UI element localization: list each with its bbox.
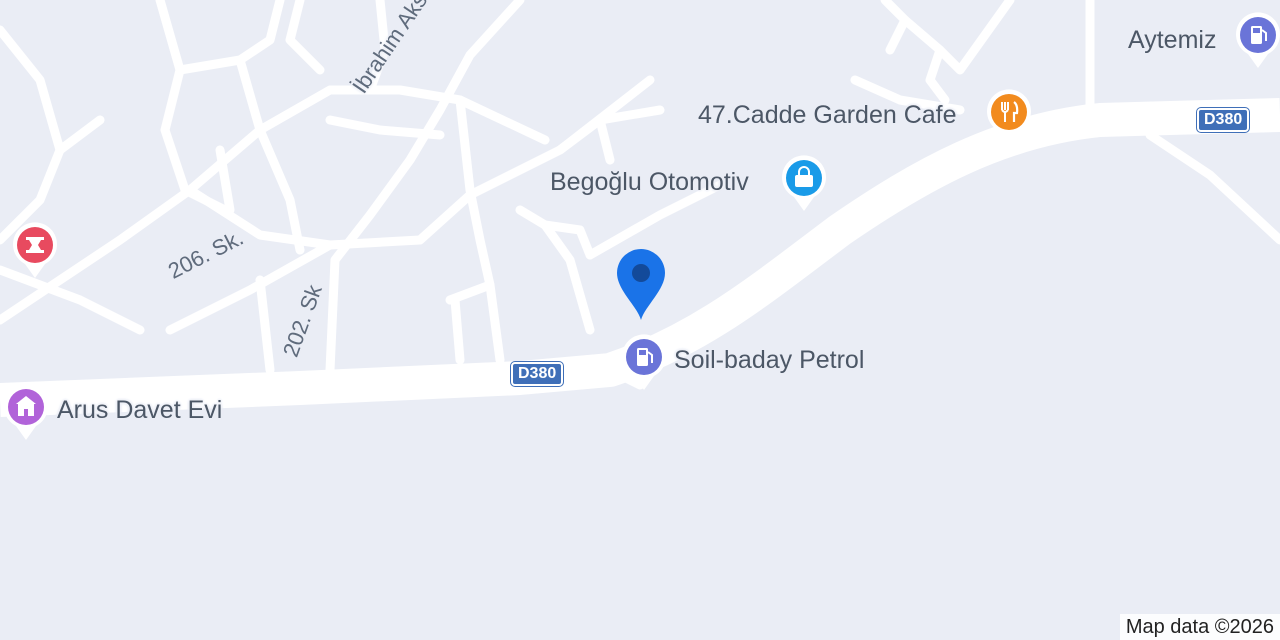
fuel-icon[interactable] bbox=[619, 332, 669, 392]
map-attribution: Map data ©2026 bbox=[1119, 614, 1280, 640]
map-canvas[interactable]: İbrahim Aksın Cd. 206. Sk. 202. Sk D380 … bbox=[0, 0, 1280, 640]
poi-label-begoglu-otomotiv[interactable]: Begoğlu Otomotiv bbox=[550, 170, 749, 195]
road-shield-d380: D380 bbox=[1197, 108, 1250, 132]
location-pin-icon[interactable] bbox=[613, 246, 669, 322]
road-shield-d380: D380 bbox=[511, 362, 564, 386]
pharmacy-icon[interactable] bbox=[10, 220, 60, 280]
poi-label-soil-baday-petrol[interactable]: Soil-baday Petrol bbox=[674, 348, 864, 373]
event-venue-icon[interactable] bbox=[1, 382, 51, 442]
poi-label-aytemiz[interactable]: Aytemiz bbox=[1128, 28, 1216, 53]
fuel-icon[interactable] bbox=[1233, 10, 1280, 70]
shopping-bag-icon[interactable] bbox=[779, 153, 829, 213]
poi-label-arus-davet-evi[interactable]: Arus Davet Evi bbox=[57, 398, 222, 423]
poi-label-garden-cafe[interactable]: 47.Cadde Garden Cafe bbox=[698, 103, 957, 128]
restaurant-icon[interactable] bbox=[984, 87, 1034, 147]
